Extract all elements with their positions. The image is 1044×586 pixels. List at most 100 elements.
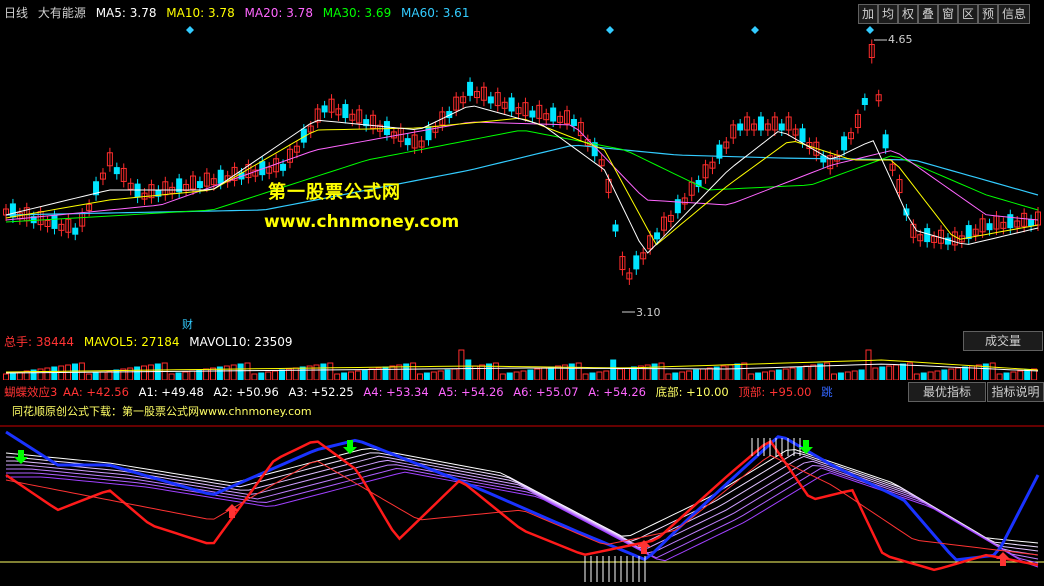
volume-bar-40 — [279, 369, 285, 380]
volume-bar-32 — [223, 365, 230, 380]
ma20-value: MA20: 3.78 — [244, 6, 313, 20]
a1-value: A1: +49.48 — [138, 385, 204, 399]
candle-body-40 — [280, 163, 287, 171]
signal-diamond-3 — [866, 26, 874, 34]
toolbar-window-button[interactable]: 窗 — [938, 4, 958, 24]
a2-value: A2: +50.96 — [213, 385, 279, 399]
volume-bar-105 — [727, 364, 734, 380]
volume-bar-74 — [513, 371, 520, 380]
candle-body-139 — [965, 225, 972, 240]
watermark-url: www.chnmoney.com — [264, 212, 460, 232]
volume-bar-53 — [368, 368, 375, 380]
up-arrow-3 — [996, 552, 1010, 566]
volume-bar-75 — [520, 370, 527, 380]
volume-bar-47 — [327, 362, 334, 380]
candle-body-49 — [342, 104, 349, 119]
volume-bar-110 — [762, 371, 768, 380]
volume-bar-124 — [858, 369, 865, 380]
volume-bar-137 — [948, 368, 955, 380]
volume-panel[interactable]: 总手: 38444 MAVOL5: 27184 MAVOL10: 23509 成… — [0, 330, 1044, 380]
ma5-line — [5, 105, 1039, 254]
indicator-panel[interactable]: 蝴蝶效应3 AA: +42.56 A1: +49.48 A2: +50.96 A… — [0, 380, 1044, 586]
candle-body-115 — [799, 128, 806, 143]
volume-bar-51 — [354, 370, 361, 380]
blue-signal-line — [5, 430, 1040, 562]
candle-body-10 — [72, 227, 79, 235]
candle-body-88 — [612, 224, 619, 232]
volume-bar-18 — [127, 367, 134, 380]
volume-bar-59 — [410, 362, 417, 380]
period-label[interactable]: 日线 — [4, 6, 28, 20]
a-value: A: +54.26 — [588, 385, 646, 399]
volume-bar-127 — [879, 366, 886, 380]
volume-bar-71 — [492, 362, 499, 380]
volume-bar-133 — [920, 372, 927, 380]
volume-bar-139 — [962, 366, 969, 380]
indicator-header: 蝴蝶效应3 AA: +42.56 A1: +49.48 A2: +50.96 A… — [4, 384, 839, 400]
volume-tab[interactable]: 成交量 — [963, 331, 1043, 351]
aa-value: AA: +42.56 — [62, 385, 129, 399]
candle-body-106 — [737, 123, 744, 131]
volume-bar-104 — [720, 365, 727, 380]
volume-bar-73 — [506, 372, 513, 380]
volume-bar-79 — [548, 366, 555, 380]
candle-body-7 — [51, 214, 58, 229]
volume-bar-87 — [603, 370, 610, 380]
toolbar-add-button[interactable]: 加 — [858, 4, 878, 24]
candle-body-91 — [633, 255, 640, 270]
volume-bar-26 — [182, 371, 189, 380]
toolbar-rights-button[interactable]: 权 — [898, 4, 918, 24]
candle-body-67 — [467, 81, 474, 96]
toolbar-overlay-button[interactable]: 叠 — [918, 4, 938, 24]
candle-body-46 — [321, 105, 328, 113]
volume-bar-35 — [244, 362, 251, 380]
volume-bar-39 — [272, 370, 279, 380]
volume-bar-112 — [775, 369, 782, 380]
ma60-value: MA60: 3.61 — [401, 6, 470, 20]
volume-bar-76 — [527, 369, 534, 380]
volume-bar-115 — [796, 366, 803, 380]
volume-bar-117 — [810, 364, 817, 380]
volume-bar-77 — [534, 368, 541, 380]
volume-bar-129 — [893, 364, 900, 380]
a5-value: A5: +54.26 — [438, 385, 504, 399]
volume-bar-5 — [37, 368, 44, 380]
candle-body-94 — [654, 232, 661, 240]
volume-bar-135 — [934, 370, 941, 380]
candle-body-121 — [841, 136, 848, 151]
volume-bar-86 — [596, 371, 603, 380]
best-indicator-tab[interactable]: 最优指标 — [908, 382, 986, 402]
price-chart[interactable] — [0, 0, 1044, 330]
toolbar-avg-button[interactable]: 均 — [878, 4, 898, 24]
red-signal-line — [5, 439, 1039, 572]
candle-body-82 — [570, 119, 577, 127]
candle-body-133 — [924, 228, 931, 243]
watermark-title: 第一股票公式网 — [268, 182, 401, 203]
volume-bar-67 — [465, 359, 472, 380]
volume-bar-89 — [617, 368, 624, 380]
indicator-name[interactable]: 蝴蝶效应3 — [4, 385, 57, 399]
toolbar-range-button[interactable]: 区 — [958, 4, 978, 24]
aa-thin-line — [5, 454, 1039, 556]
volume-bar-147 — [1017, 370, 1024, 380]
toolbar-forecast-button[interactable]: 预 — [978, 4, 998, 24]
volume-bar-136 — [941, 369, 948, 380]
volume-bar-126 — [872, 367, 879, 380]
price-panel[interactable]: 日线 大有能源 MA5: 3.78 MA10: 3.78 MA20: 3.78 … — [0, 0, 1044, 331]
a3-value: A3: +52.25 — [288, 385, 354, 399]
volume-bar-107 — [741, 362, 748, 380]
mavol5-value: MAVOL5: 27184 — [83, 335, 180, 349]
ma10-value: MA10: 3.78 — [166, 6, 235, 20]
toolbar-info-button[interactable]: 信息 — [998, 4, 1030, 24]
signal-diamond-0 — [186, 26, 194, 34]
top-value: 顶部: +95.00 — [738, 385, 812, 399]
candle-body-70 — [487, 96, 494, 104]
volume-bar-6 — [44, 367, 51, 380]
candle-body-55 — [383, 121, 390, 136]
candle-body-148 — [1028, 219, 1035, 227]
indicator-help-tab[interactable]: 指标说明 — [987, 382, 1044, 402]
volume-bar-106 — [734, 363, 741, 380]
volume-bar-33 — [230, 364, 237, 380]
volume-bar-45 — [313, 364, 320, 380]
indicator-fan-line-2 — [6, 455, 1039, 552]
